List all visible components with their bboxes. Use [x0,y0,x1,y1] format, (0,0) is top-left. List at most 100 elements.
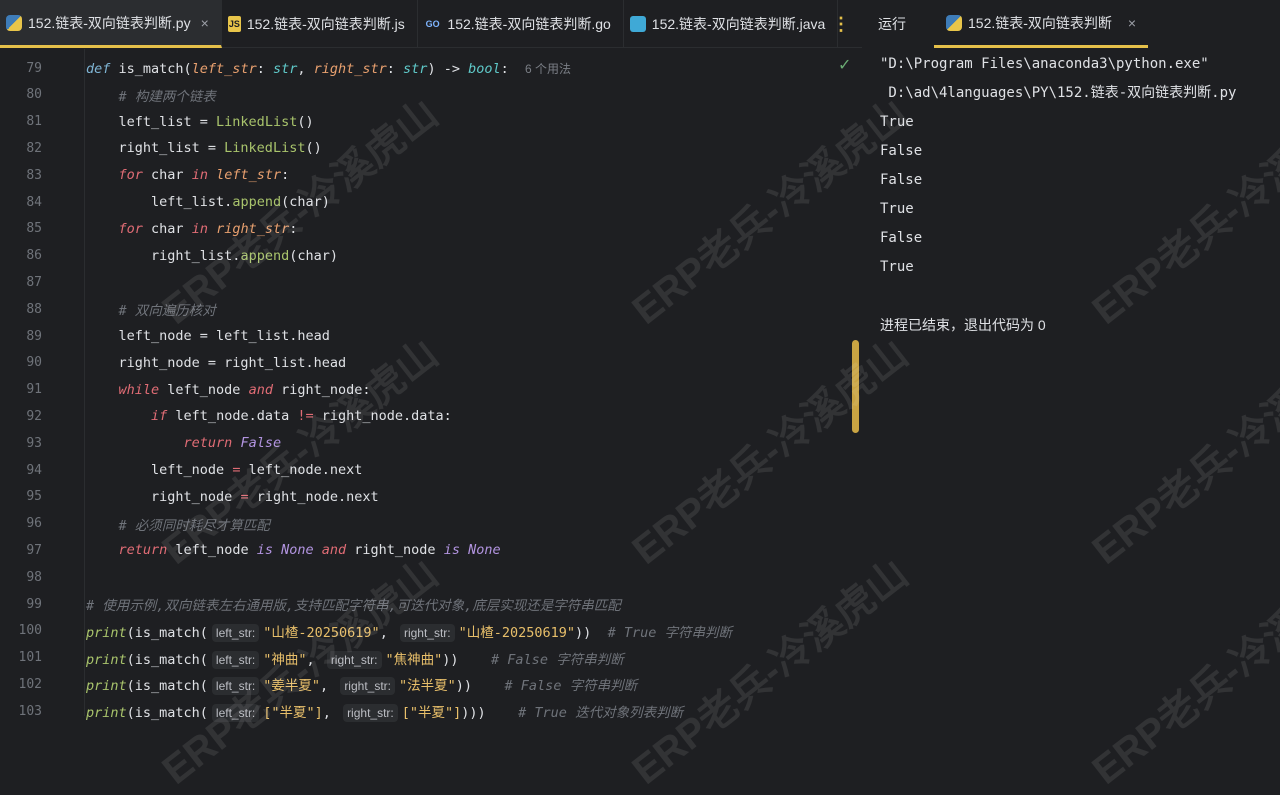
code-line[interactable]: 85 for char in right_str: [0,216,840,242]
code-line[interactable]: 98 [0,564,840,590]
line-number: 80 [26,87,42,103]
code-token: right_node: [272,381,371,398]
console-line: 进程已结束，退出代码为 0 [880,317,1046,333]
code-line[interactable]: 99 # 使用示例,双向链表左右通用版,支持匹配字符串,可迭代对象,底层实现还是字… [0,591,840,617]
tab-js[interactable]: JS 152.链表-双向链表判断.js [222,0,418,48]
code-token: # False 字符串判断 [491,651,624,668]
code-token: (is_match( [126,651,208,668]
code-line[interactable]: 83 for char in left_str: [0,162,840,188]
no-problems-check-icon[interactable]: ✓ [838,55,851,75]
line-number: 93 [26,435,42,451]
code-line[interactable]: 90 right_node = right_list.head [0,350,840,376]
code-token: left_str [216,167,282,184]
code-token: : [256,60,273,77]
code-token: is None [256,542,314,559]
code-line[interactable]: 84 left_list.append(char) [0,189,840,215]
code-token: # 双向遍历核对 [118,303,216,320]
code-token: append [240,247,290,264]
code-token: (is_match( [126,705,208,722]
inlay-hint: right_str: [340,677,395,696]
more-tabs-icon[interactable]: ⋮ [832,14,850,35]
line-number: 100 [18,623,42,639]
code-line[interactable]: 97 return left_node is None and right_no… [0,537,840,563]
code-token: : [386,60,404,77]
code-token: "山楂-20250619" [263,624,380,641]
code-token: () [297,113,314,130]
code-token: if [151,408,168,425]
inlay-hint: left_str: [211,650,260,669]
close-icon[interactable]: × [201,15,209,31]
console-output: "D:\Program Files\anaconda3\python.exe" … [880,52,1236,342]
code-line[interactable]: 91 while left_node and right_node: [0,377,840,403]
code-text: # 构建两个链表 [86,85,216,105]
python-icon [6,14,22,31]
code-token: in [191,167,208,184]
close-icon[interactable]: × [1128,15,1136,31]
code-token: )) [442,651,492,668]
code-token: )) [575,624,608,641]
code-line[interactable]: 100 print(is_match(left_str: "山楂-20250619"… [0,618,840,644]
code-line[interactable]: 103 print(is_match(left_str: ["半夏"], right… [0,698,840,724]
code-token: print [86,624,127,641]
tab-label: 152.链表-双向链表判断.py [28,14,191,31]
java-icon [629,16,646,32]
code-text: while left_node and right_node: [86,382,371,398]
code-line[interactable]: 81 left_list = LinkedList() [0,109,840,135]
code-line[interactable]: 80 # 构建两个链表 [0,82,840,108]
tab-java[interactable]: 152.链表-双向链表判断.java [624,0,839,48]
tab-label: 152.链表-双向链表判断.java [651,16,826,32]
code-line[interactable]: 92 if left_node.data != right_node.data: [0,403,840,429]
code-line[interactable]: 87 [0,269,840,295]
code-line[interactable]: 88 # 双向遍历核对 [0,296,840,322]
inlay-hint: left_str: [211,677,260,696]
code-token: # True 迭代对象列表判断 [518,705,684,722]
code-token: right_node.next [248,488,379,505]
console-line: "D:\Program Files\anaconda3\python.exe" [880,56,1209,72]
js-icon: JS [227,16,241,32]
code-token: = [240,488,249,505]
code-token: LinkedList [224,140,306,157]
inlay-hint: right_str: [343,704,398,723]
code-line[interactable]: 94 left_node = left_node.next [0,457,840,483]
code-token: str [272,60,298,77]
code-line[interactable]: 86 right_list.append(char) [0,243,840,269]
code-line[interactable]: 82 right_list = LinkedList() [0,135,840,161]
code-token: # True 字符串判断 [607,624,732,641]
code-text: left_list.append(char) [86,194,330,210]
code-token: right_node.data: [313,408,452,425]
code-text: right_list = LinkedList() [86,140,322,156]
tab-go[interactable]: GO 152.链表-双向链表判断.go [418,0,624,48]
run-tab[interactable]: 152.链表-双向链表判断 × [934,0,1149,48]
code-editor[interactable]: 79 def is_match(left_str: str, right_str:… [0,49,862,723]
code-line[interactable]: 101 print(is_match(left_str: "神曲", right_s… [0,645,840,671]
code-token: ) -> [427,60,469,77]
code-token: print [86,705,127,722]
inlay-hint: left_str: [211,623,260,642]
code-line[interactable]: 96 # 必须同时耗尽才算匹配 [0,511,840,537]
code-line[interactable]: 79 def is_match(left_str: str, right_str:… [0,55,840,81]
code-token: ["半夏"] [263,705,323,722]
code-text: # 必须同时耗尽才算匹配 [86,514,270,534]
code-line[interactable]: 102 print(is_match(left_str: "姜半夏", right_… [0,671,840,697]
code-text: # 使用示例,双向链表左右通用版,支持匹配字符串,可迭代对象,底层实现还是字符串… [86,594,621,614]
code-token: "法半夏" [399,678,456,695]
code-text: print(is_match(left_str: "山楂-20250619", r… [86,621,732,642]
code-line[interactable]: 93 return False [0,430,840,456]
code-token: left_list = [86,113,217,130]
code-token: , [297,60,314,77]
code-token: is None [443,542,501,559]
code-line[interactable]: 95 right_node = right_node.next [0,484,840,510]
editor-scrollbar[interactable] [852,340,859,433]
code-token: ))) [461,705,519,722]
code-line[interactable]: 89 left_node = left_list.head [0,323,840,349]
line-number: 85 [26,221,42,237]
line-number: 87 [26,274,42,290]
code-text: return False [86,435,282,451]
tab-py[interactable]: 152.链表-双向链表判断.py × [0,0,222,48]
